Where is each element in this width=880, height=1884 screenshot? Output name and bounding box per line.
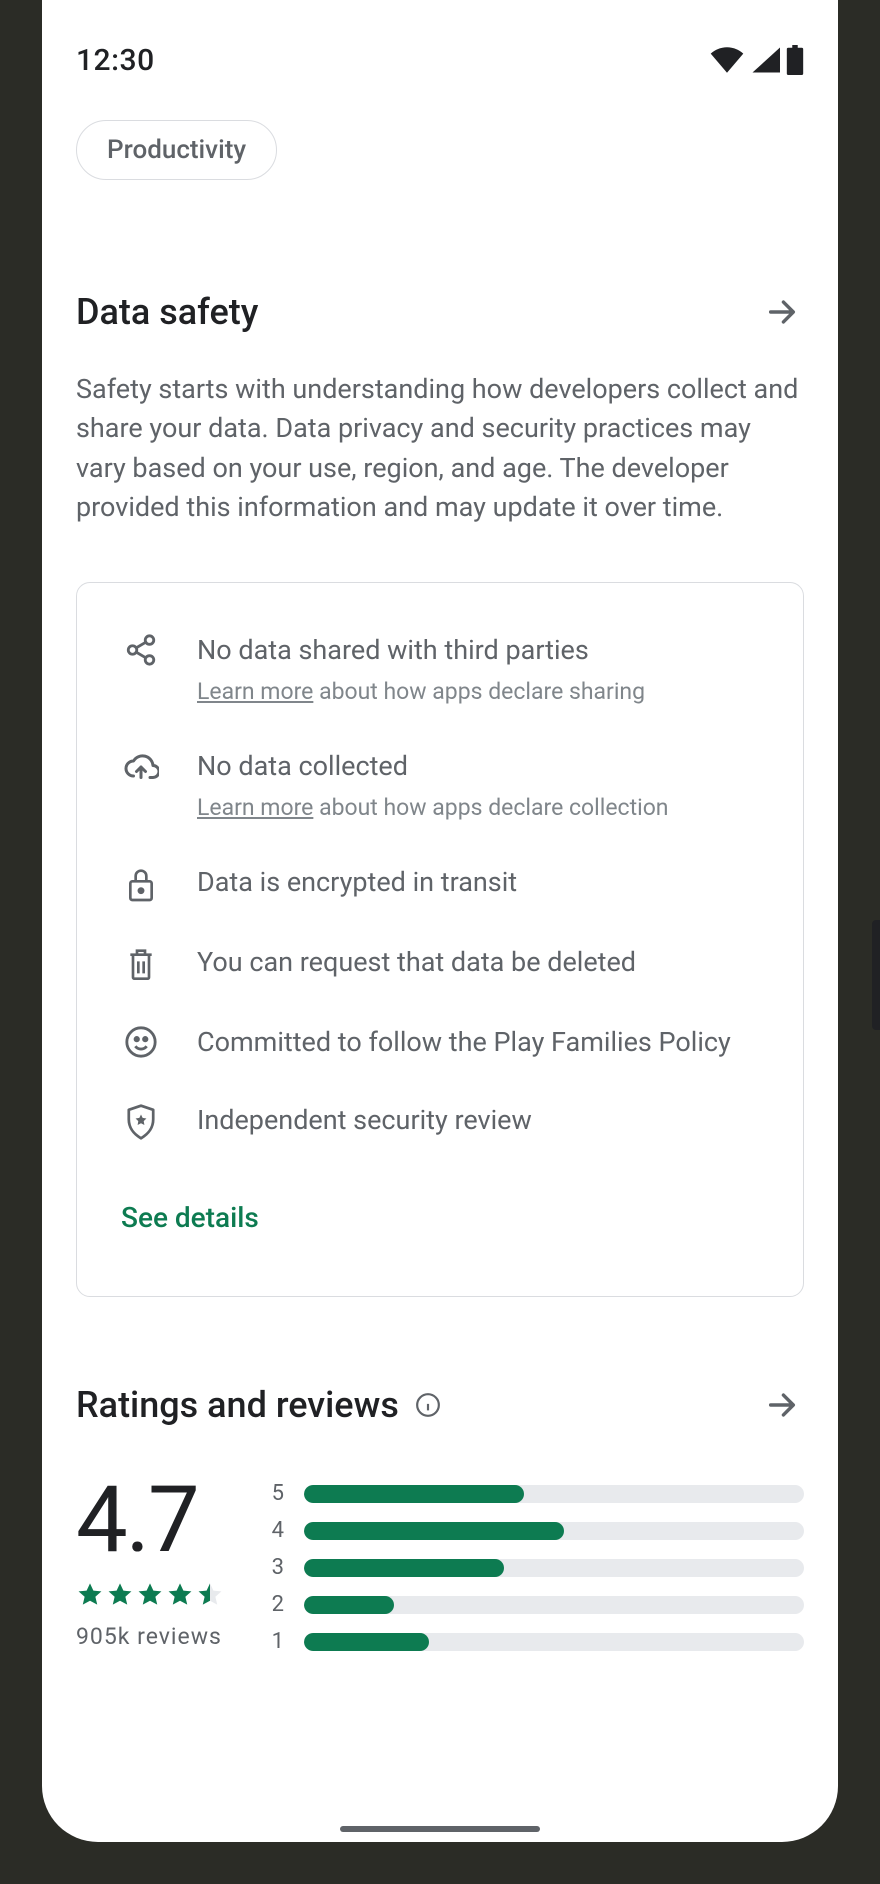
star-icon	[136, 1581, 164, 1609]
cloud-upload-icon	[121, 747, 161, 823]
arrow-right-icon[interactable]	[760, 290, 804, 334]
star-icon	[106, 1581, 134, 1609]
ds-item-security-review: Independent security review	[121, 1101, 759, 1141]
bar-label: 1	[268, 1629, 284, 1654]
ds-item-title: Data is encrypted in transit	[197, 863, 759, 901]
chip-label: Productivity	[107, 135, 246, 165]
bar-track	[304, 1559, 804, 1577]
star-icon	[76, 1581, 104, 1609]
bar-label: 2	[268, 1592, 284, 1617]
bar-fill	[304, 1522, 564, 1540]
ds-item-deletion: You can request that data be deleted	[121, 943, 759, 983]
rating-bar-row: 4	[268, 1518, 804, 1543]
status-time: 12:30	[76, 43, 155, 78]
ds-item-title: Independent security review	[197, 1101, 759, 1139]
bar-fill	[304, 1596, 394, 1614]
rating-bar-row: 5	[268, 1481, 804, 1506]
review-count: 905k reviews	[76, 1623, 224, 1650]
ds-item-title: Committed to follow the Play Families Po…	[197, 1023, 759, 1061]
ds-item-encryption: Data is encrypted in transit	[121, 863, 759, 903]
shield-star-icon	[121, 1101, 161, 1141]
status-bar: 12:30	[42, 0, 838, 90]
bar-fill	[304, 1559, 504, 1577]
ds-item-sub: Learn more about how apps declare collec…	[197, 793, 759, 823]
bar-label: 5	[268, 1481, 284, 1506]
bar-fill	[304, 1633, 429, 1651]
data-safety-card: No data shared with third parties Learn …	[76, 582, 804, 1298]
wifi-icon	[710, 47, 744, 73]
ds-item-title: You can request that data be deleted	[197, 943, 759, 981]
star-icon	[166, 1581, 194, 1609]
ds-item-collection: No data collected Learn more about how a…	[121, 747, 759, 823]
rating-bars: 5 4 3 2 1	[268, 1475, 804, 1654]
rating-bar-row: 2	[268, 1592, 804, 1617]
rating-stars	[76, 1581, 224, 1609]
ds-item-sharing: No data shared with third parties Learn …	[121, 631, 759, 707]
star-half-icon	[196, 1581, 224, 1609]
bar-fill	[304, 1485, 524, 1503]
bar-label: 4	[268, 1518, 284, 1543]
family-face-icon	[121, 1023, 161, 1061]
cell-signal-icon	[750, 47, 780, 73]
see-details-button[interactable]: See details	[121, 1201, 759, 1234]
data-safety-header[interactable]: Data safety	[76, 290, 804, 334]
bar-track	[304, 1485, 804, 1503]
data-safety-description: Safety starts with understanding how dev…	[76, 370, 804, 528]
status-icons	[710, 45, 804, 75]
ratings-block: 4.7 905k reviews 5 4	[76, 1475, 804, 1654]
side-knob	[872, 920, 880, 1030]
learn-more-link[interactable]: Learn more	[197, 794, 313, 821]
rating-score: 4.7	[76, 1475, 224, 1567]
rating-bar-row: 1	[268, 1629, 804, 1654]
lock-icon	[121, 863, 161, 903]
bar-track	[304, 1522, 804, 1540]
bar-track	[304, 1633, 804, 1651]
info-icon[interactable]	[415, 1392, 441, 1418]
device-frame: 12:30 Productivity Data safety Safety st…	[42, 0, 838, 1842]
home-indicator	[340, 1826, 540, 1832]
rating-bar-row: 3	[268, 1555, 804, 1580]
bar-track	[304, 1596, 804, 1614]
learn-more-link[interactable]: Learn more	[197, 678, 313, 705]
battery-icon	[786, 45, 804, 75]
arrow-right-icon[interactable]	[760, 1383, 804, 1427]
category-chip-productivity[interactable]: Productivity	[76, 120, 277, 180]
ratings-title: Ratings and reviews	[76, 1384, 399, 1426]
share-icon	[121, 631, 161, 707]
ds-item-title: No data shared with third parties	[197, 631, 759, 669]
bar-label: 3	[268, 1555, 284, 1580]
ds-item-families: Committed to follow the Play Families Po…	[121, 1023, 759, 1061]
data-safety-title: Data safety	[76, 291, 258, 333]
ds-item-sub: Learn more about how apps declare sharin…	[197, 677, 759, 707]
ds-item-title: No data collected	[197, 747, 759, 785]
trash-icon	[121, 943, 161, 983]
ratings-header[interactable]: Ratings and reviews	[76, 1383, 804, 1427]
